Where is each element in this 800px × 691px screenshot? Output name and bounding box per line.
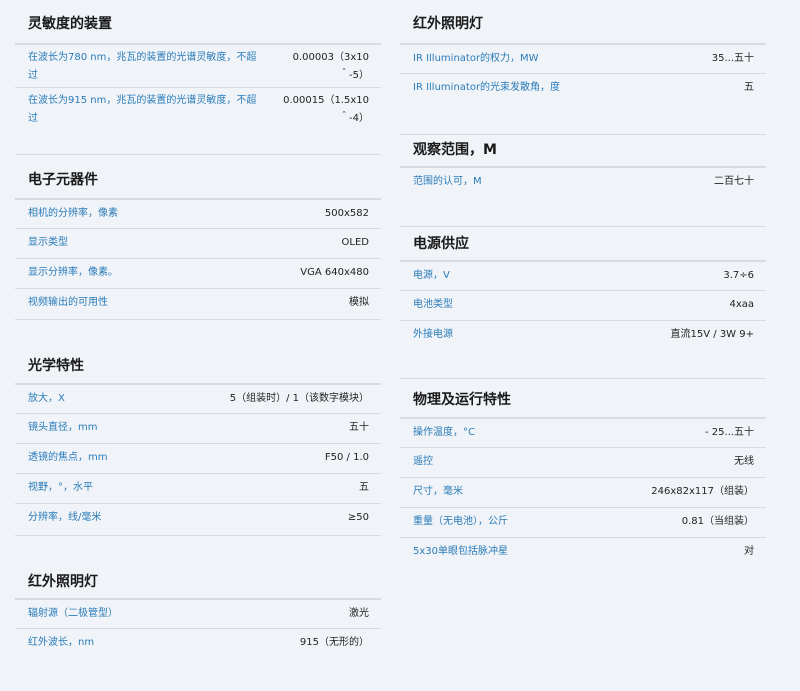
spec-value: 500x582 xyxy=(324,208,369,219)
spec-label: 放大，X xyxy=(28,393,65,404)
spec-row: 放大，X 5（组装时）/ 1（该数字模块） xyxy=(15,383,381,414)
spec-row: 电池类型 4xaa xyxy=(400,290,766,320)
section-title: 红外照明灯 xyxy=(413,16,483,32)
spec-row: 外接电源 直流15V / 3W 9+ xyxy=(400,320,766,350)
spec-label: 相机的分辨率，像素 xyxy=(28,208,118,219)
spec-value: 5（组装时）/ 1（该数字模块） xyxy=(229,393,369,404)
spec-value: 五 xyxy=(744,82,754,93)
spec-label: 辐射源（二极管型） xyxy=(28,608,118,619)
spec-row: 镜头直径，mm 五十 xyxy=(15,413,381,443)
section-title: 物理及运行特性 xyxy=(413,392,511,408)
section-divider xyxy=(400,134,766,135)
spec-value: 无线 xyxy=(734,456,754,467)
spec-value: 3.7÷6 xyxy=(723,270,754,281)
spec-row: 视频输出的可用性 模拟 xyxy=(15,288,381,318)
spec-value: F50 / 1.0 xyxy=(324,452,369,463)
spec-value: 35...五十 xyxy=(711,53,754,64)
spec-value: - 25...五十 xyxy=(704,427,754,438)
section-title: 红外照明灯 xyxy=(28,574,98,590)
spec-label: 重量（无电池），公斤 xyxy=(413,516,508,527)
spec-value: 直流15V / 3W 9+ xyxy=(670,329,754,340)
spec-label: 外接电源 xyxy=(413,329,453,340)
spec-row: 在波长为915 nm，兆瓦的装置的光谱灵敏度，不超过 0.00015（1.5x1… xyxy=(15,87,381,131)
section-divider xyxy=(400,378,766,379)
spec-label: 电源，V xyxy=(413,270,450,281)
spec-row: IR Illuminator的光束发散角，度 五 xyxy=(400,73,766,103)
spec-row: 在波长为780 nm，兆瓦的装置的光谱灵敏度，不超过 0.00003（3x10＾… xyxy=(15,43,381,88)
spec-label: 显示类型 xyxy=(28,237,68,248)
spec-row: 5x30单眼包括脉冲星 对 xyxy=(400,537,766,567)
spec-label: IR Illuminator的权力，MW xyxy=(413,53,539,64)
spec-label: 红外波长，nm xyxy=(28,637,95,648)
spec-row: IR Illuminator的权力，MW 35...五十 xyxy=(400,43,766,74)
spec-value: 五十 xyxy=(349,422,369,433)
spec-value: 4xaa xyxy=(729,299,754,310)
spec-value: 0.81（当组装） xyxy=(681,516,754,527)
spec-label: 操作温度，°C xyxy=(413,427,475,438)
spec-label: 镜头直径，mm xyxy=(28,422,98,433)
spec-row: 操作温度，°C - 25...五十 xyxy=(400,417,766,448)
spec-value: ≥50 xyxy=(347,512,369,523)
spec-row: 遥控 无线 xyxy=(400,447,766,477)
spec-row: 辐射源（二极管型） 激光 xyxy=(15,598,381,629)
spec-page: 灵敏度的装置 在波长为780 nm，兆瓦的装置的光谱灵敏度，不超过 0.0000… xyxy=(0,0,800,691)
spec-row: 尺寸，毫米 246x82x117（组装） xyxy=(400,477,766,507)
spec-row: 视野，°，水平 五 xyxy=(15,473,381,503)
spec-row: 电源，V 3.7÷6 xyxy=(400,260,766,291)
spec-value: VGA 640x480 xyxy=(300,267,369,278)
spec-value: 二百七十 xyxy=(714,176,754,187)
spec-label: 5x30单眼包括脉冲星 xyxy=(413,546,509,557)
spec-label: 电池类型 xyxy=(413,299,453,310)
spec-row: 重量（无电池），公斤 0.81（当组装） xyxy=(400,507,766,537)
spec-row: 显示类型 OLED xyxy=(15,228,381,258)
section-title: 光学特性 xyxy=(28,358,84,374)
section-title: 观察范围，M xyxy=(413,142,497,158)
section-title: 灵敏度的装置 xyxy=(28,16,112,32)
section-divider xyxy=(400,226,766,227)
spec-label: 范围的认可，M xyxy=(413,176,482,187)
section-title: 电子元器件 xyxy=(28,172,98,188)
section-divider xyxy=(15,154,381,155)
spec-value: OLED xyxy=(341,237,369,248)
section-divider xyxy=(15,535,381,536)
section-title: 电源供应 xyxy=(413,236,469,252)
spec-row: 相机的分辨率，像素 500x582 xyxy=(15,198,381,229)
spec-value: 915（无形的） xyxy=(299,637,369,648)
spec-value: 对 xyxy=(744,546,754,557)
spec-value: 246x82x117（组装） xyxy=(651,486,754,497)
spec-row: 范围的认可，M 二百七十 xyxy=(400,166,766,197)
spec-label: 在波长为915 nm，兆瓦的装置的光谱灵敏度，不超过 xyxy=(28,95,257,124)
spec-row: 红外波长，nm 915（无形的） xyxy=(15,628,381,658)
spec-row: 显示分辨率，像素。 VGA 640x480 xyxy=(15,258,381,288)
spec-row: 分辨率，线/毫米 ≥50 xyxy=(15,503,381,533)
spec-label: 遥控 xyxy=(413,456,433,467)
spec-label: IR Illuminator的光束发散角，度 xyxy=(413,82,561,93)
spec-row: 透镜的焦点，mm F50 / 1.0 xyxy=(15,443,381,473)
spec-label: 分辨率，线/毫米 xyxy=(28,512,102,523)
spec-label: 视野，°，水平 xyxy=(28,482,93,493)
spec-value: 0.00015（1.5x10＾-4） xyxy=(283,95,369,124)
section-divider xyxy=(15,319,381,320)
spec-value: 模拟 xyxy=(349,297,369,308)
spec-value: 0.00003（3x10＾-5） xyxy=(292,52,369,81)
spec-label: 透镜的焦点，mm xyxy=(28,452,108,463)
spec-value: 激光 xyxy=(349,608,369,619)
spec-value: 五 xyxy=(359,482,369,493)
spec-label: 尺寸，毫米 xyxy=(413,486,463,497)
spec-label: 在波长为780 nm，兆瓦的装置的光谱灵敏度，不超过 xyxy=(28,52,257,81)
spec-label: 视频输出的可用性 xyxy=(28,297,108,308)
spec-label: 显示分辨率，像素。 xyxy=(28,267,118,278)
